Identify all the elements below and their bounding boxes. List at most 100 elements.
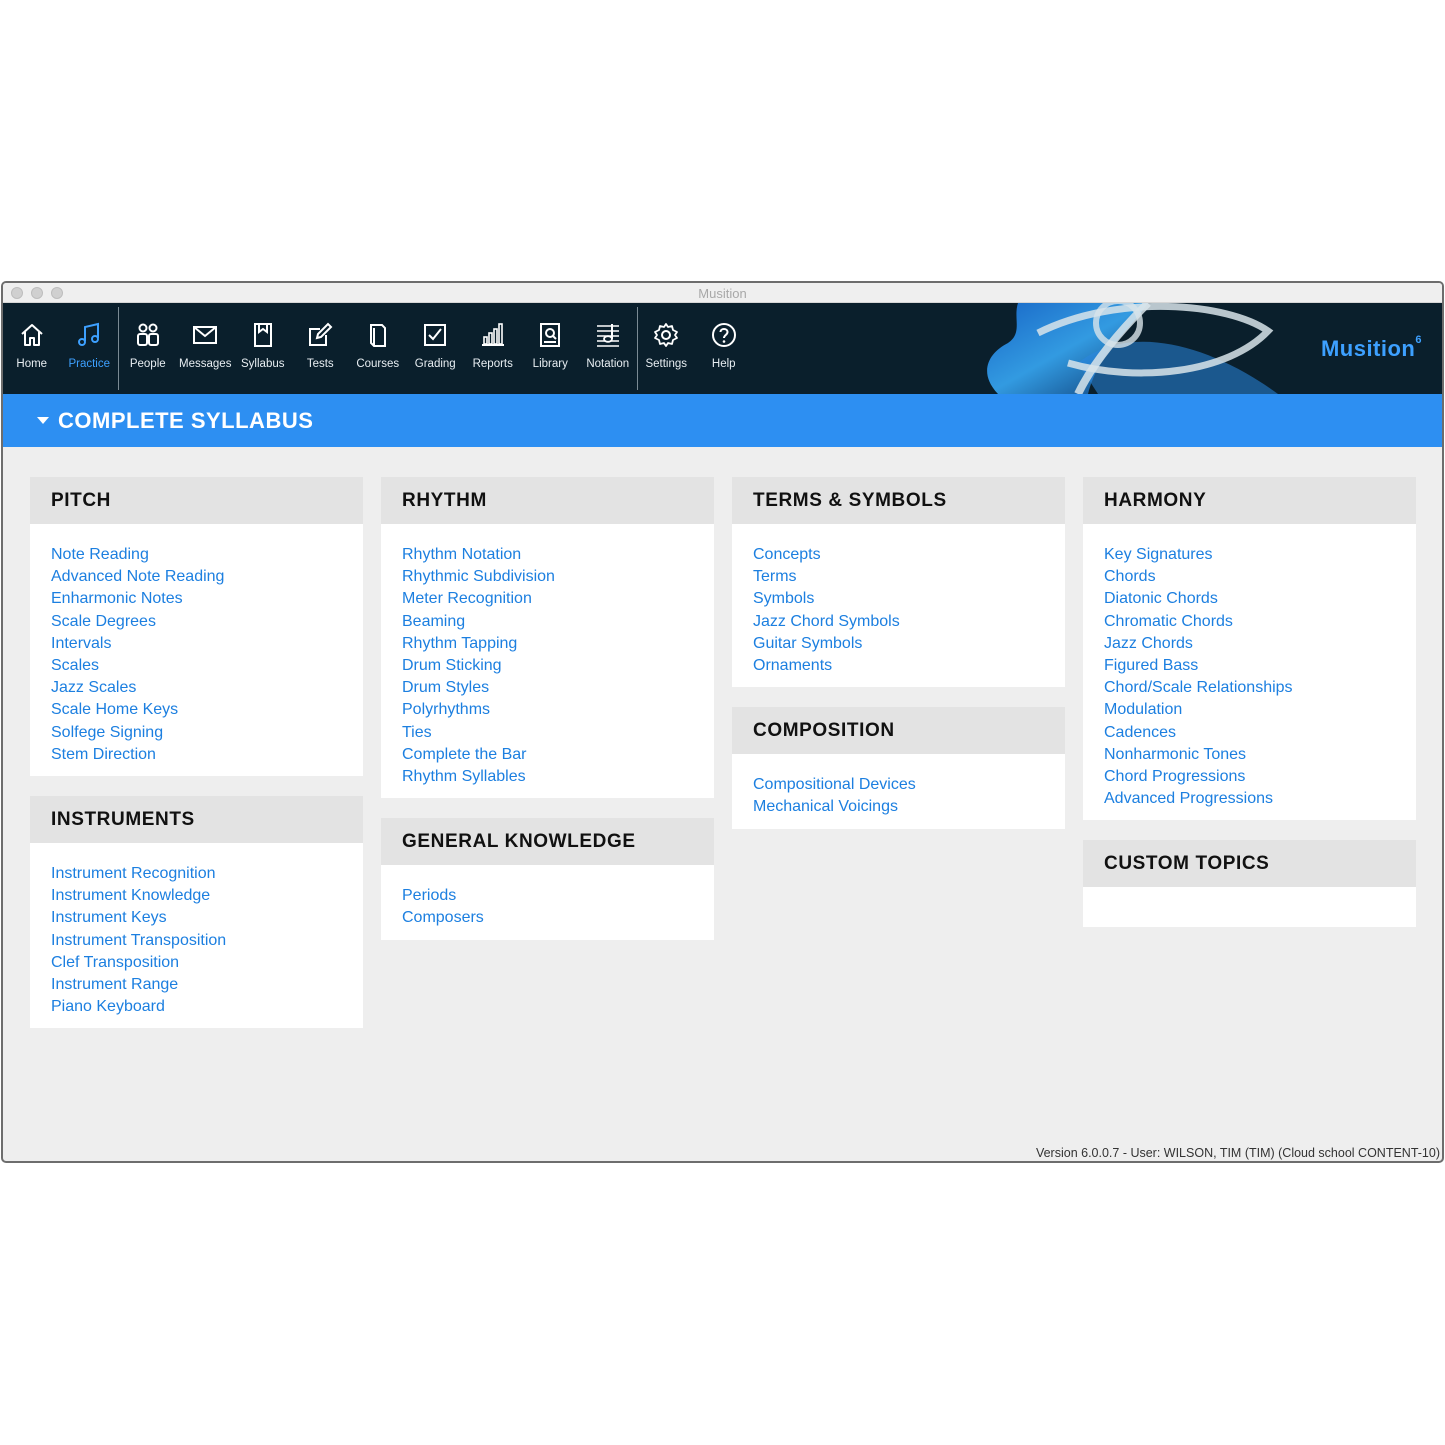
topic-link[interactable]: Piano Keyboard bbox=[51, 996, 342, 1018]
topic-link[interactable]: Instrument Knowledge bbox=[51, 885, 342, 907]
card-heading: GENERAL KNOWLEDGE bbox=[381, 818, 714, 866]
topic-link[interactable]: Enharmonic Notes bbox=[51, 588, 342, 610]
topic-link[interactable]: Terms bbox=[753, 566, 1044, 588]
topic-link[interactable]: Beaming bbox=[402, 611, 693, 633]
column-1: PITCH Note Reading Advanced Note Reading En… bbox=[30, 477, 363, 1048]
card-heading: PITCH bbox=[30, 477, 363, 524]
topic-link[interactable]: Composers bbox=[402, 907, 693, 929]
nav-tests-button[interactable]: Tests bbox=[292, 303, 350, 394]
topic-link[interactable]: Instrument Keys bbox=[51, 907, 342, 929]
music-note-icon bbox=[78, 322, 100, 346]
topic-link[interactable]: Meter Recognition bbox=[402, 588, 693, 610]
nav-practice-button[interactable]: Practice bbox=[61, 303, 119, 394]
banner-title: COMPLETE SYLLABUS bbox=[58, 407, 314, 433]
nav-people-button[interactable]: People bbox=[119, 303, 177, 394]
header-artwork bbox=[987, 303, 1278, 394]
topic-link[interactable]: Concepts bbox=[753, 544, 1044, 566]
topic-link[interactable]: Chromatic Chords bbox=[1104, 611, 1395, 633]
topic-link[interactable]: Figured Bass bbox=[1104, 655, 1395, 677]
topic-link[interactable]: Chord Progressions bbox=[1104, 766, 1395, 788]
topic-card-custom-topics: CUSTOM TOPICS bbox=[1083, 840, 1416, 928]
topic-link[interactable]: Jazz Chords bbox=[1104, 633, 1395, 655]
nav-label: People bbox=[129, 358, 166, 370]
nav-help-button[interactable]: Help bbox=[695, 303, 753, 394]
column-2: RHYTHM Rhythm Notation Rhythmic Subdivisio… bbox=[381, 477, 714, 960]
topic-link[interactable]: Periods bbox=[402, 885, 693, 907]
topic-link[interactable]: Mechanical Voicings bbox=[753, 796, 1044, 818]
topic-card-general-knowledge: GENERAL KNOWLEDGE Periods Composers bbox=[381, 818, 714, 940]
nav-messages-button[interactable]: Messages bbox=[177, 303, 235, 394]
nav-home-button[interactable]: Home bbox=[3, 303, 61, 394]
card-links: Instrument Recognition Instrument Knowled… bbox=[30, 843, 363, 1028]
topic-link[interactable]: Complete the Bar bbox=[402, 744, 693, 766]
nav-courses-button[interactable]: Courses bbox=[349, 303, 407, 394]
topic-link[interactable]: Solfege Signing bbox=[51, 722, 342, 744]
topic-link[interactable]: Compositional Devices bbox=[753, 774, 1044, 796]
topic-link[interactable]: Instrument Range bbox=[51, 974, 342, 996]
checkbox-icon bbox=[424, 324, 447, 346]
nav-library-button[interactable]: Library bbox=[522, 303, 580, 394]
topic-link[interactable]: Scales bbox=[51, 655, 342, 677]
topic-link[interactable]: Cadences bbox=[1104, 722, 1395, 744]
topic-link[interactable]: Guitar Symbols bbox=[753, 633, 1044, 655]
topic-link[interactable]: Ties bbox=[402, 722, 693, 744]
topic-link[interactable]: Diatonic Chords bbox=[1104, 588, 1395, 610]
status-bar: Version 6.0.0.7 - User: WILSON, TIM (TIM… bbox=[1035, 1146, 1440, 1160]
topic-link[interactable]: Modulation bbox=[1104, 699, 1395, 721]
card-heading: HARMONY bbox=[1083, 477, 1416, 524]
topic-link[interactable]: Polyrhythms bbox=[402, 699, 693, 721]
nav-syllabus-button[interactable]: Syllabus bbox=[234, 303, 292, 394]
topic-link[interactable]: Instrument Recognition bbox=[51, 863, 342, 885]
card-links: Key Signatures Chords Diatonic Chords Chrom… bbox=[1083, 524, 1416, 820]
edit-icon bbox=[309, 322, 333, 346]
topic-link[interactable]: Jazz Scales bbox=[51, 677, 342, 699]
window-title: Musition bbox=[698, 286, 747, 301]
nav-reports-button[interactable]: Reports bbox=[464, 303, 522, 394]
topic-link[interactable]: Rhythm Syllables bbox=[402, 766, 693, 788]
topic-card-composition: COMPOSITION Compositional Devices Mechanic… bbox=[732, 707, 1065, 829]
topic-link[interactable]: Drum Sticking bbox=[402, 655, 693, 677]
nav-label: Home bbox=[16, 358, 48, 370]
topic-card-terms-symbols: TERMS & SYMBOLS Concepts Terms Symbols Jazz … bbox=[732, 477, 1065, 688]
topic-link[interactable]: Jazz Chord Symbols bbox=[753, 611, 1044, 633]
nav-label: Syllabus bbox=[241, 358, 285, 370]
topic-link[interactable]: Instrument Transposition bbox=[51, 930, 342, 952]
topic-card-rhythm: RHYTHM Rhythm Notation Rhythmic Subdivisio… bbox=[381, 477, 714, 799]
nav-label: Help bbox=[711, 358, 736, 370]
topic-link[interactable]: Key Signatures bbox=[1104, 544, 1395, 566]
syllabus-icon bbox=[253, 323, 272, 347]
topic-link[interactable]: Intervals bbox=[51, 633, 342, 655]
topic-card-harmony: HARMONY Key Signatures Chords Diatonic Chor… bbox=[1083, 477, 1416, 821]
card-links: Note Reading Advanced Note Reading Enharmo… bbox=[30, 524, 363, 776]
syllabus-banner[interactable]: COMPLETE SYLLABUS bbox=[3, 394, 1442, 447]
nav-label: Grading bbox=[414, 358, 456, 370]
topic-link[interactable]: Scale Degrees bbox=[51, 611, 342, 633]
card-links: Periods Composers bbox=[381, 865, 714, 939]
topic-link[interactable]: Ornaments bbox=[753, 655, 1044, 677]
topic-link[interactable]: Advanced Note Reading bbox=[51, 566, 342, 588]
topic-link[interactable]: Drum Styles bbox=[402, 677, 693, 699]
column-3: TERMS & SYMBOLS Concepts Terms Symbols Jazz … bbox=[732, 477, 1065, 849]
nav-notation-button[interactable]: Notation bbox=[579, 303, 637, 394]
caret-down-icon bbox=[37, 417, 49, 424]
topic-link[interactable]: Scale Home Keys bbox=[51, 699, 342, 721]
card-links: Compositional Devices Mechanical Voicings bbox=[732, 754, 1065, 828]
topic-link[interactable]: Chords bbox=[1104, 566, 1395, 588]
topic-link[interactable]: Rhythm Notation bbox=[402, 544, 693, 566]
nav-label: Notation bbox=[586, 358, 630, 370]
topic-link[interactable]: Advanced Progressions bbox=[1104, 788, 1395, 810]
nav-label: Library bbox=[532, 358, 568, 370]
topic-link[interactable]: Rhythmic Subdivision bbox=[402, 566, 693, 588]
topic-link[interactable]: Clef Transposition bbox=[51, 952, 342, 974]
nav-settings-button[interactable]: Settings bbox=[638, 303, 696, 394]
topic-link[interactable]: Nonharmonic Tones bbox=[1104, 744, 1395, 766]
topic-link[interactable]: Chord/Scale Relationships bbox=[1104, 677, 1395, 699]
card-heading: INSTRUMENTS bbox=[30, 796, 363, 844]
nav-grading-button[interactable]: Grading bbox=[407, 303, 465, 394]
topic-link[interactable]: Symbols bbox=[753, 588, 1044, 610]
topic-link[interactable]: Stem Direction bbox=[51, 744, 342, 766]
book-icon bbox=[369, 324, 386, 347]
topic-link[interactable]: Rhythm Tapping bbox=[402, 633, 693, 655]
card-links: Rhythm Notation Rhythmic Subdivision Meter… bbox=[381, 524, 714, 798]
topic-link[interactable]: Note Reading bbox=[51, 544, 342, 566]
